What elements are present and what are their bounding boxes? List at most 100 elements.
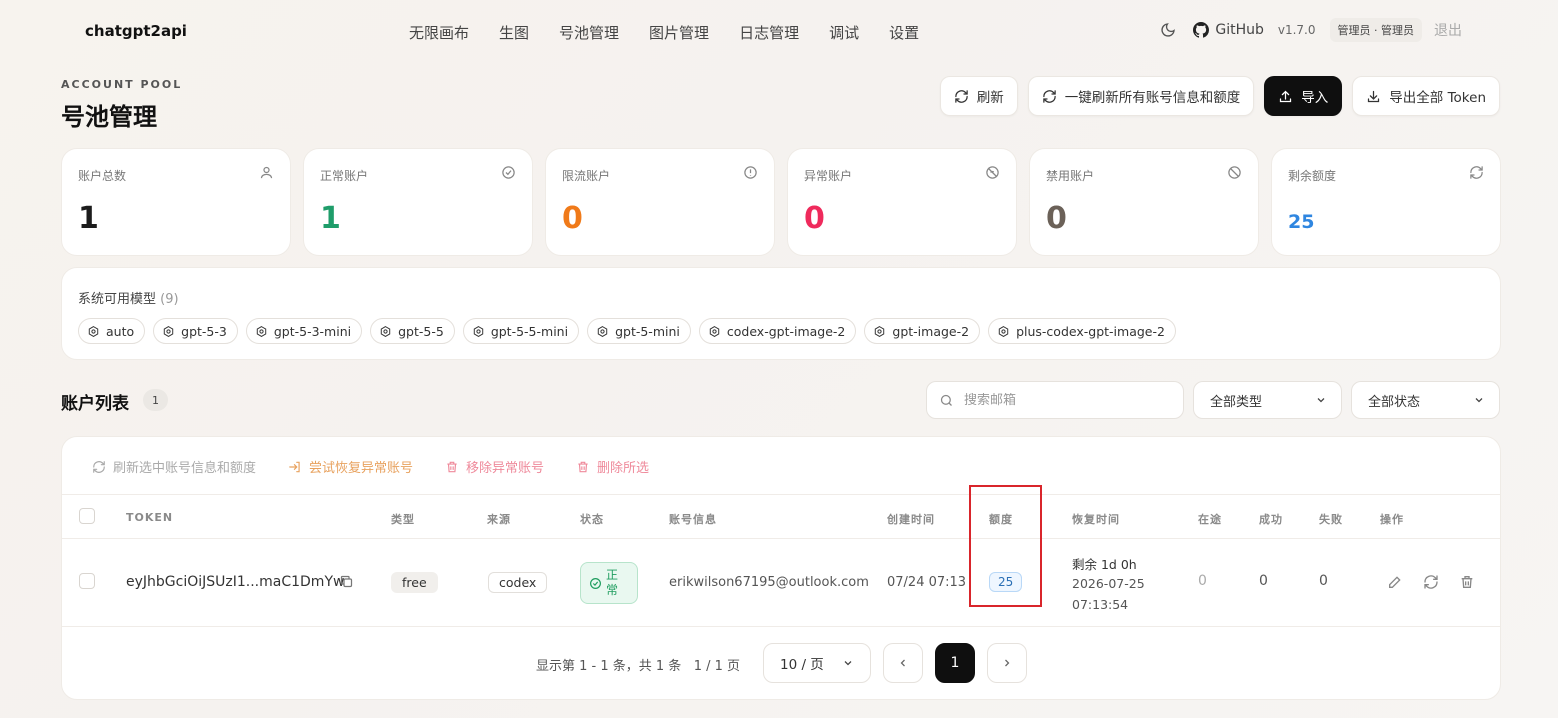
moon-icon[interactable] [1157, 19, 1179, 41]
model-chip: gpt-5-3 [153, 318, 238, 344]
nav-account-pool[interactable]: 号池管理 [544, 20, 634, 45]
page-1-button[interactable]: 1 [935, 643, 975, 683]
model-chip: auto [78, 318, 146, 344]
row-success: 0 [1259, 573, 1268, 589]
col-fail[interactable]: 失败 [1319, 511, 1343, 527]
stat-value-disabled: 0 [1046, 201, 1067, 236]
chevron-down-icon [1475, 398, 1483, 403]
refresh-icon[interactable] [1423, 574, 1439, 594]
next-page-button[interactable] [987, 643, 1027, 683]
wifi-off-icon [985, 165, 1000, 184]
table-header: TOKEN 类型 来源 状态 账号信息 创建时间 额度 恢复时间 在途 成功 失… [62, 494, 1500, 539]
col-type[interactable]: 类型 [391, 511, 415, 527]
model-chip: gpt-5-5-mini [462, 318, 580, 344]
version-label: v1.7.0 [1277, 23, 1316, 37]
type-badge: free [391, 572, 438, 593]
nav-settings[interactable]: 设置 [874, 20, 934, 45]
remove-abnormal-button[interactable]: 移除异常账号 [445, 457, 544, 476]
page-title: 号池管理 [61, 103, 157, 131]
openai-icon [597, 325, 608, 337]
row-created: 07/24 07:13 [887, 575, 967, 590]
refresh-all-button[interactable]: 一键刷新所有账号信息和额度 [1027, 76, 1255, 116]
row-checkbox[interactable] [79, 573, 95, 589]
main-nav: 无限画布 生图 号池管理 图片管理 日志管理 调试 设置 [394, 20, 934, 45]
import-button[interactable]: 导入 [1264, 76, 1343, 116]
pager-summary: 显示第 1 - 1 条，共 1 条 1 / 1 页 [536, 659, 741, 674]
nav-image-management[interactable]: 图片管理 [634, 20, 724, 45]
stat-card-quota: 剩余额度 25 [1271, 148, 1501, 256]
status-badge: 正常 [580, 562, 638, 604]
available-models-card: 系统可用模型 (9) auto gpt-5-3 gpt-5-3-mini gpt-5-… [61, 267, 1501, 360]
col-recover-time[interactable]: 恢复时间 [1072, 511, 1120, 527]
search-icon [940, 394, 952, 406]
top-bar: chatgpt2api 无限画布 生图 号池管理 图片管理 日志管理 调试 设置… [0, 0, 1558, 62]
refresh-icon [93, 460, 105, 473]
try-recover-button[interactable]: 尝试恢复异常账号 [288, 457, 413, 476]
check-circle-icon [501, 165, 516, 184]
source-badge: codex [488, 572, 548, 593]
row-token: eyJhbGciOiJSUzI1...maC1DmYw [126, 574, 345, 590]
nav-infinite-canvas[interactable]: 无限画布 [394, 20, 484, 45]
edit-icon[interactable] [1387, 574, 1403, 594]
refresh-icon [1043, 89, 1056, 103]
prev-page-button[interactable] [883, 643, 923, 683]
search-input[interactable] [964, 392, 1164, 408]
chevron-left-icon [900, 659, 905, 667]
trash-icon [447, 461, 457, 472]
col-token[interactable]: TOKEN [126, 511, 173, 524]
download-icon [1368, 90, 1380, 102]
bulk-actions: 刷新选中账号信息和额度 尝试恢复异常账号 移除异常账号 删除所选 [92, 457, 649, 476]
openai-icon [163, 325, 174, 337]
col-created[interactable]: 创建时间 [887, 511, 935, 527]
role-badge: 管理员 · 管理员 [1329, 18, 1422, 42]
chevron-down-icon [1317, 398, 1325, 403]
stat-card-total: 账户总数 1 [61, 148, 291, 256]
openai-icon [256, 325, 267, 337]
col-success[interactable]: 成功 [1259, 511, 1283, 527]
col-source[interactable]: 来源 [487, 511, 511, 527]
openai-icon [473, 325, 484, 337]
stat-value-abnormal: 0 [804, 201, 825, 236]
nav-generate-image[interactable]: 生图 [484, 20, 544, 45]
recover-remaining: 剩余 1d 0h [1072, 557, 1137, 572]
brand-logo[interactable]: chatgpt2api [85, 22, 187, 40]
search-email[interactable] [926, 381, 1184, 419]
nav-debug[interactable]: 调试 [814, 20, 874, 45]
logout-button[interactable]: 退出 [1434, 20, 1462, 40]
github-link[interactable]: GitHub [1193, 22, 1264, 38]
delete-selected-button[interactable]: 删除所选 [576, 457, 649, 476]
status-filter-select[interactable]: 全部状态 [1351, 381, 1500, 419]
stat-card-limited: 限流账户 0 [545, 148, 775, 256]
page-eyebrow: ACCOUNT POOL [61, 78, 183, 91]
col-in-flight[interactable]: 在途 [1198, 511, 1222, 527]
chevron-down-icon [844, 661, 852, 666]
upload-icon [1280, 90, 1292, 102]
col-status[interactable]: 状态 [580, 511, 604, 527]
page-size-select[interactable]: 10 / 页 [763, 643, 871, 683]
model-chip: gpt-5-mini [587, 318, 691, 344]
top-right-controls: GitHub v1.7.0 管理员 · 管理员 退出 [1157, 18, 1462, 42]
nav-log-management[interactable]: 日志管理 [724, 20, 814, 45]
row-email: erikwilson67195@outlook.com [669, 575, 869, 590]
trash-icon[interactable] [1459, 574, 1475, 594]
refresh-button[interactable]: 刷新 [939, 76, 1018, 116]
models-count: (9) [160, 292, 179, 307]
openai-icon [998, 325, 1009, 337]
account-table-card: 刷新选中账号信息和额度 尝试恢复异常账号 移除异常账号 删除所选 TOKEN 类… [61, 436, 1501, 700]
header-actions: 刷新 一键刷新所有账号信息和额度 导入 导出全部 Token [939, 76, 1500, 116]
col-ops: 操作 [1380, 513, 1404, 526]
recover-date: 2026-07-25 [1072, 576, 1145, 591]
stats-row: 账户总数 1 正常账户 1 限流账户 0 异常账户 0 禁用账户 0 剩余额度 [61, 148, 1501, 256]
export-token-button[interactable]: 导出全部 Token [1352, 76, 1500, 116]
pagination: 显示第 1 - 1 条，共 1 条 1 / 1 页 10 / 页 1 [62, 627, 1500, 701]
openai-icon [380, 325, 391, 337]
type-filter-select[interactable]: 全部类型 [1193, 381, 1342, 419]
refresh-selected-button[interactable]: 刷新选中账号信息和额度 [92, 457, 256, 476]
col-account-info[interactable]: 账号信息 [669, 511, 717, 527]
stat-value-normal: 1 [320, 201, 341, 236]
stat-card-normal: 正常账户 1 [303, 148, 533, 256]
openai-icon [88, 325, 99, 337]
user-icon [259, 165, 274, 184]
select-all-checkbox[interactable] [79, 508, 95, 524]
copy-icon[interactable] [339, 574, 354, 593]
